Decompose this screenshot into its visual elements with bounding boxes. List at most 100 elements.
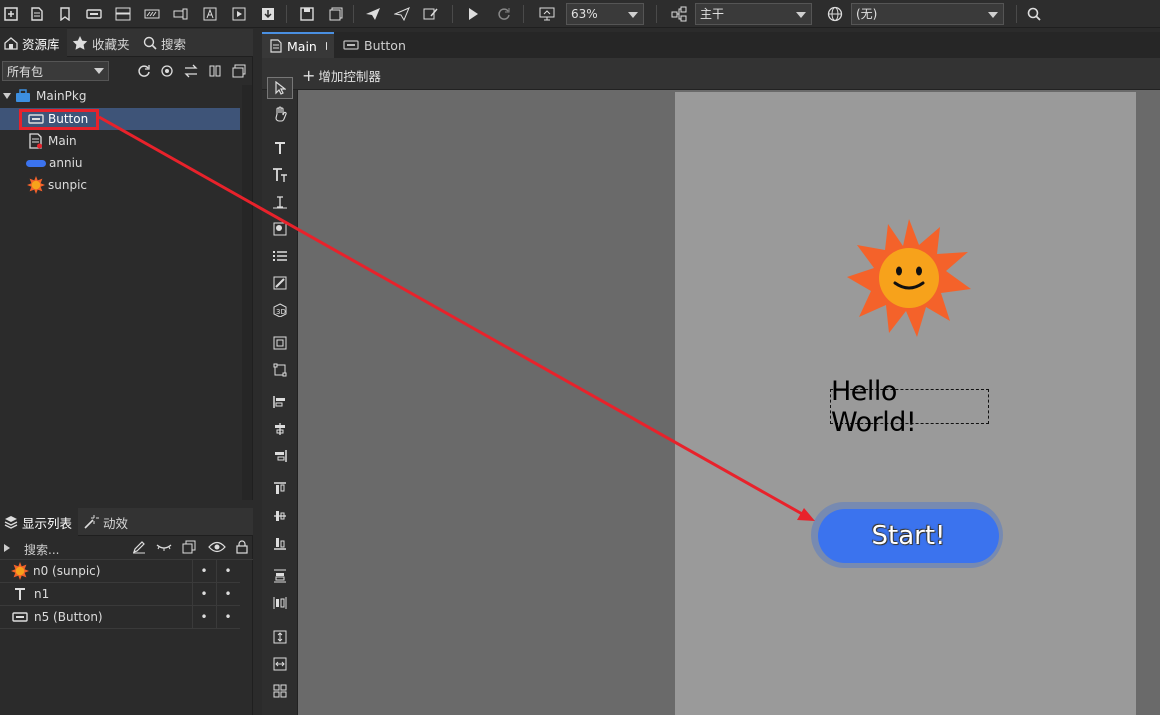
lock-dot[interactable]: • (220, 610, 236, 624)
lock-dot[interactable]: • (220, 587, 236, 601)
progressbar-icon[interactable] (141, 3, 163, 25)
grid-layout-icon[interactable] (269, 680, 291, 702)
save-icon[interactable] (296, 3, 318, 25)
tab-display-list[interactable]: 显示列表 (0, 508, 78, 536)
publish-settings-icon[interactable] (391, 3, 413, 25)
combobox-icon[interactable] (112, 3, 134, 25)
display-row-n1[interactable]: n1 • • (0, 583, 240, 606)
tab-favorites[interactable]: 收藏夹 (68, 29, 138, 57)
visibility-dot[interactable]: • (196, 610, 212, 624)
tree-item-mainpkg[interactable]: MainPkg (0, 85, 240, 107)
input-text-tool-icon[interactable] (269, 191, 291, 213)
sun-image[interactable] (847, 219, 971, 337)
import-icon[interactable] (257, 3, 279, 25)
save-all-icon[interactable] (325, 3, 347, 25)
new-file-icon[interactable] (26, 3, 48, 25)
distribute-v-icon[interactable] (269, 565, 291, 587)
select-tool-icon[interactable] (267, 77, 293, 99)
image-anniu-icon (26, 159, 46, 167)
chevron-down-icon (796, 12, 806, 18)
copy-icon[interactable] (182, 540, 196, 554)
align-top-icon[interactable] (269, 478, 291, 500)
tab-library[interactable]: 资源库 (0, 29, 67, 57)
text-tool-icon[interactable] (269, 137, 291, 159)
align-bottom-icon[interactable] (269, 532, 291, 554)
text-icon (13, 587, 27, 601)
library-scrollbar[interactable] (242, 85, 252, 500)
search-icon[interactable] (1023, 3, 1045, 25)
group-tool-icon[interactable] (269, 332, 291, 354)
magic-wand-icon (83, 514, 99, 530)
lock-icon[interactable] (236, 540, 248, 554)
movieclip-icon[interactable] (228, 3, 250, 25)
label-icon[interactable] (199, 3, 221, 25)
locate-icon[interactable] (156, 60, 178, 82)
refresh-icon[interactable] (493, 3, 515, 25)
tree-item-anniu[interactable]: anniu (0, 152, 240, 174)
publish-icon[interactable] (362, 3, 384, 25)
add-controller-button[interactable]: + 增加控制器 (302, 66, 381, 85)
visibility-icon[interactable] (208, 541, 226, 553)
tab-button[interactable]: Button (335, 32, 417, 58)
tab-main-label: Main (287, 38, 317, 54)
expand-arrow-icon[interactable] (4, 544, 10, 552)
display-row-n5[interactable]: n5 (Button) • • (0, 606, 240, 629)
stage-area[interactable]: Hello World! Start! (675, 92, 1136, 715)
align-middle-v-icon[interactable] (269, 505, 291, 527)
bookmark-icon[interactable] (54, 3, 76, 25)
library-panel: 资源库 收藏夹 搜索 所有包 MainPkg Button Main anniu (0, 29, 253, 500)
split-view-icon[interactable] (204, 60, 226, 82)
visibility-dot[interactable]: • (196, 587, 212, 601)
image-tool-icon[interactable] (269, 218, 291, 240)
star-icon (72, 35, 88, 51)
tab-main[interactable]: Main (262, 32, 334, 58)
align-left-icon[interactable] (269, 391, 291, 413)
package-filter-select[interactable]: 所有包 (2, 61, 109, 81)
branch-icon[interactable] (668, 3, 690, 25)
eye-closed-icon[interactable] (156, 541, 172, 553)
tab-button-label: Button (364, 37, 406, 53)
hand-tool-icon[interactable] (269, 103, 291, 125)
visibility-dot[interactable]: • (196, 564, 212, 578)
plus-icon: + (302, 65, 316, 85)
component-tool-icon[interactable] (269, 359, 291, 381)
play-icon[interactable] (462, 3, 484, 25)
same-width-icon[interactable] (269, 653, 291, 675)
display-search-input[interactable]: 搜索... (24, 541, 59, 558)
publish-edit-icon[interactable] (420, 3, 442, 25)
swap-icon[interactable] (180, 60, 202, 82)
display-row-n0[interactable]: n0 (sunpic) • • (0, 560, 240, 583)
zoom-value: 63% (571, 7, 598, 21)
refresh-icon[interactable] (133, 60, 155, 82)
editor-tabs: Main Button (262, 32, 1160, 58)
screen-fit-icon[interactable] (536, 3, 558, 25)
align-right-icon[interactable] (269, 445, 291, 467)
start-button[interactable]: Start! (818, 509, 999, 563)
zoom-select[interactable]: 63% (566, 3, 644, 25)
list-view-icon[interactable] (228, 60, 250, 82)
graph-tool-icon[interactable] (269, 272, 291, 294)
hello-text[interactable]: Hello World! (830, 376, 989, 438)
lock-dot[interactable]: • (220, 564, 236, 578)
pencil-icon[interactable] (132, 540, 146, 554)
list-tool-icon[interactable] (269, 245, 291, 267)
library-tabs: 资源库 收藏夹 搜索 (0, 29, 253, 57)
vertical-toolbar: 3D (262, 77, 298, 715)
tree-item-label: Main (48, 134, 77, 148)
loader3d-tool-icon[interactable]: 3D (269, 299, 291, 321)
language-select[interactable]: (无) (851, 3, 1004, 25)
tab-transitions[interactable]: 动效 (79, 508, 137, 536)
new-icon[interactable] (0, 3, 22, 25)
editor-canvas[interactable]: Hello World! Start! (298, 90, 1160, 715)
rich-text-tool-icon[interactable] (269, 164, 291, 186)
button-component-icon[interactable] (83, 3, 105, 25)
tree-item-main[interactable]: Main (0, 130, 240, 152)
globe-icon[interactable] (824, 3, 846, 25)
distribute-h-icon[interactable] (269, 592, 291, 614)
branch-select[interactable]: 主干 (695, 3, 812, 25)
tab-search[interactable]: 搜索 (139, 29, 197, 57)
slider-icon[interactable] (170, 3, 192, 25)
align-center-h-icon[interactable] (269, 418, 291, 440)
tree-item-sunpic[interactable]: sunpic (0, 174, 240, 196)
same-height-icon[interactable] (269, 626, 291, 648)
